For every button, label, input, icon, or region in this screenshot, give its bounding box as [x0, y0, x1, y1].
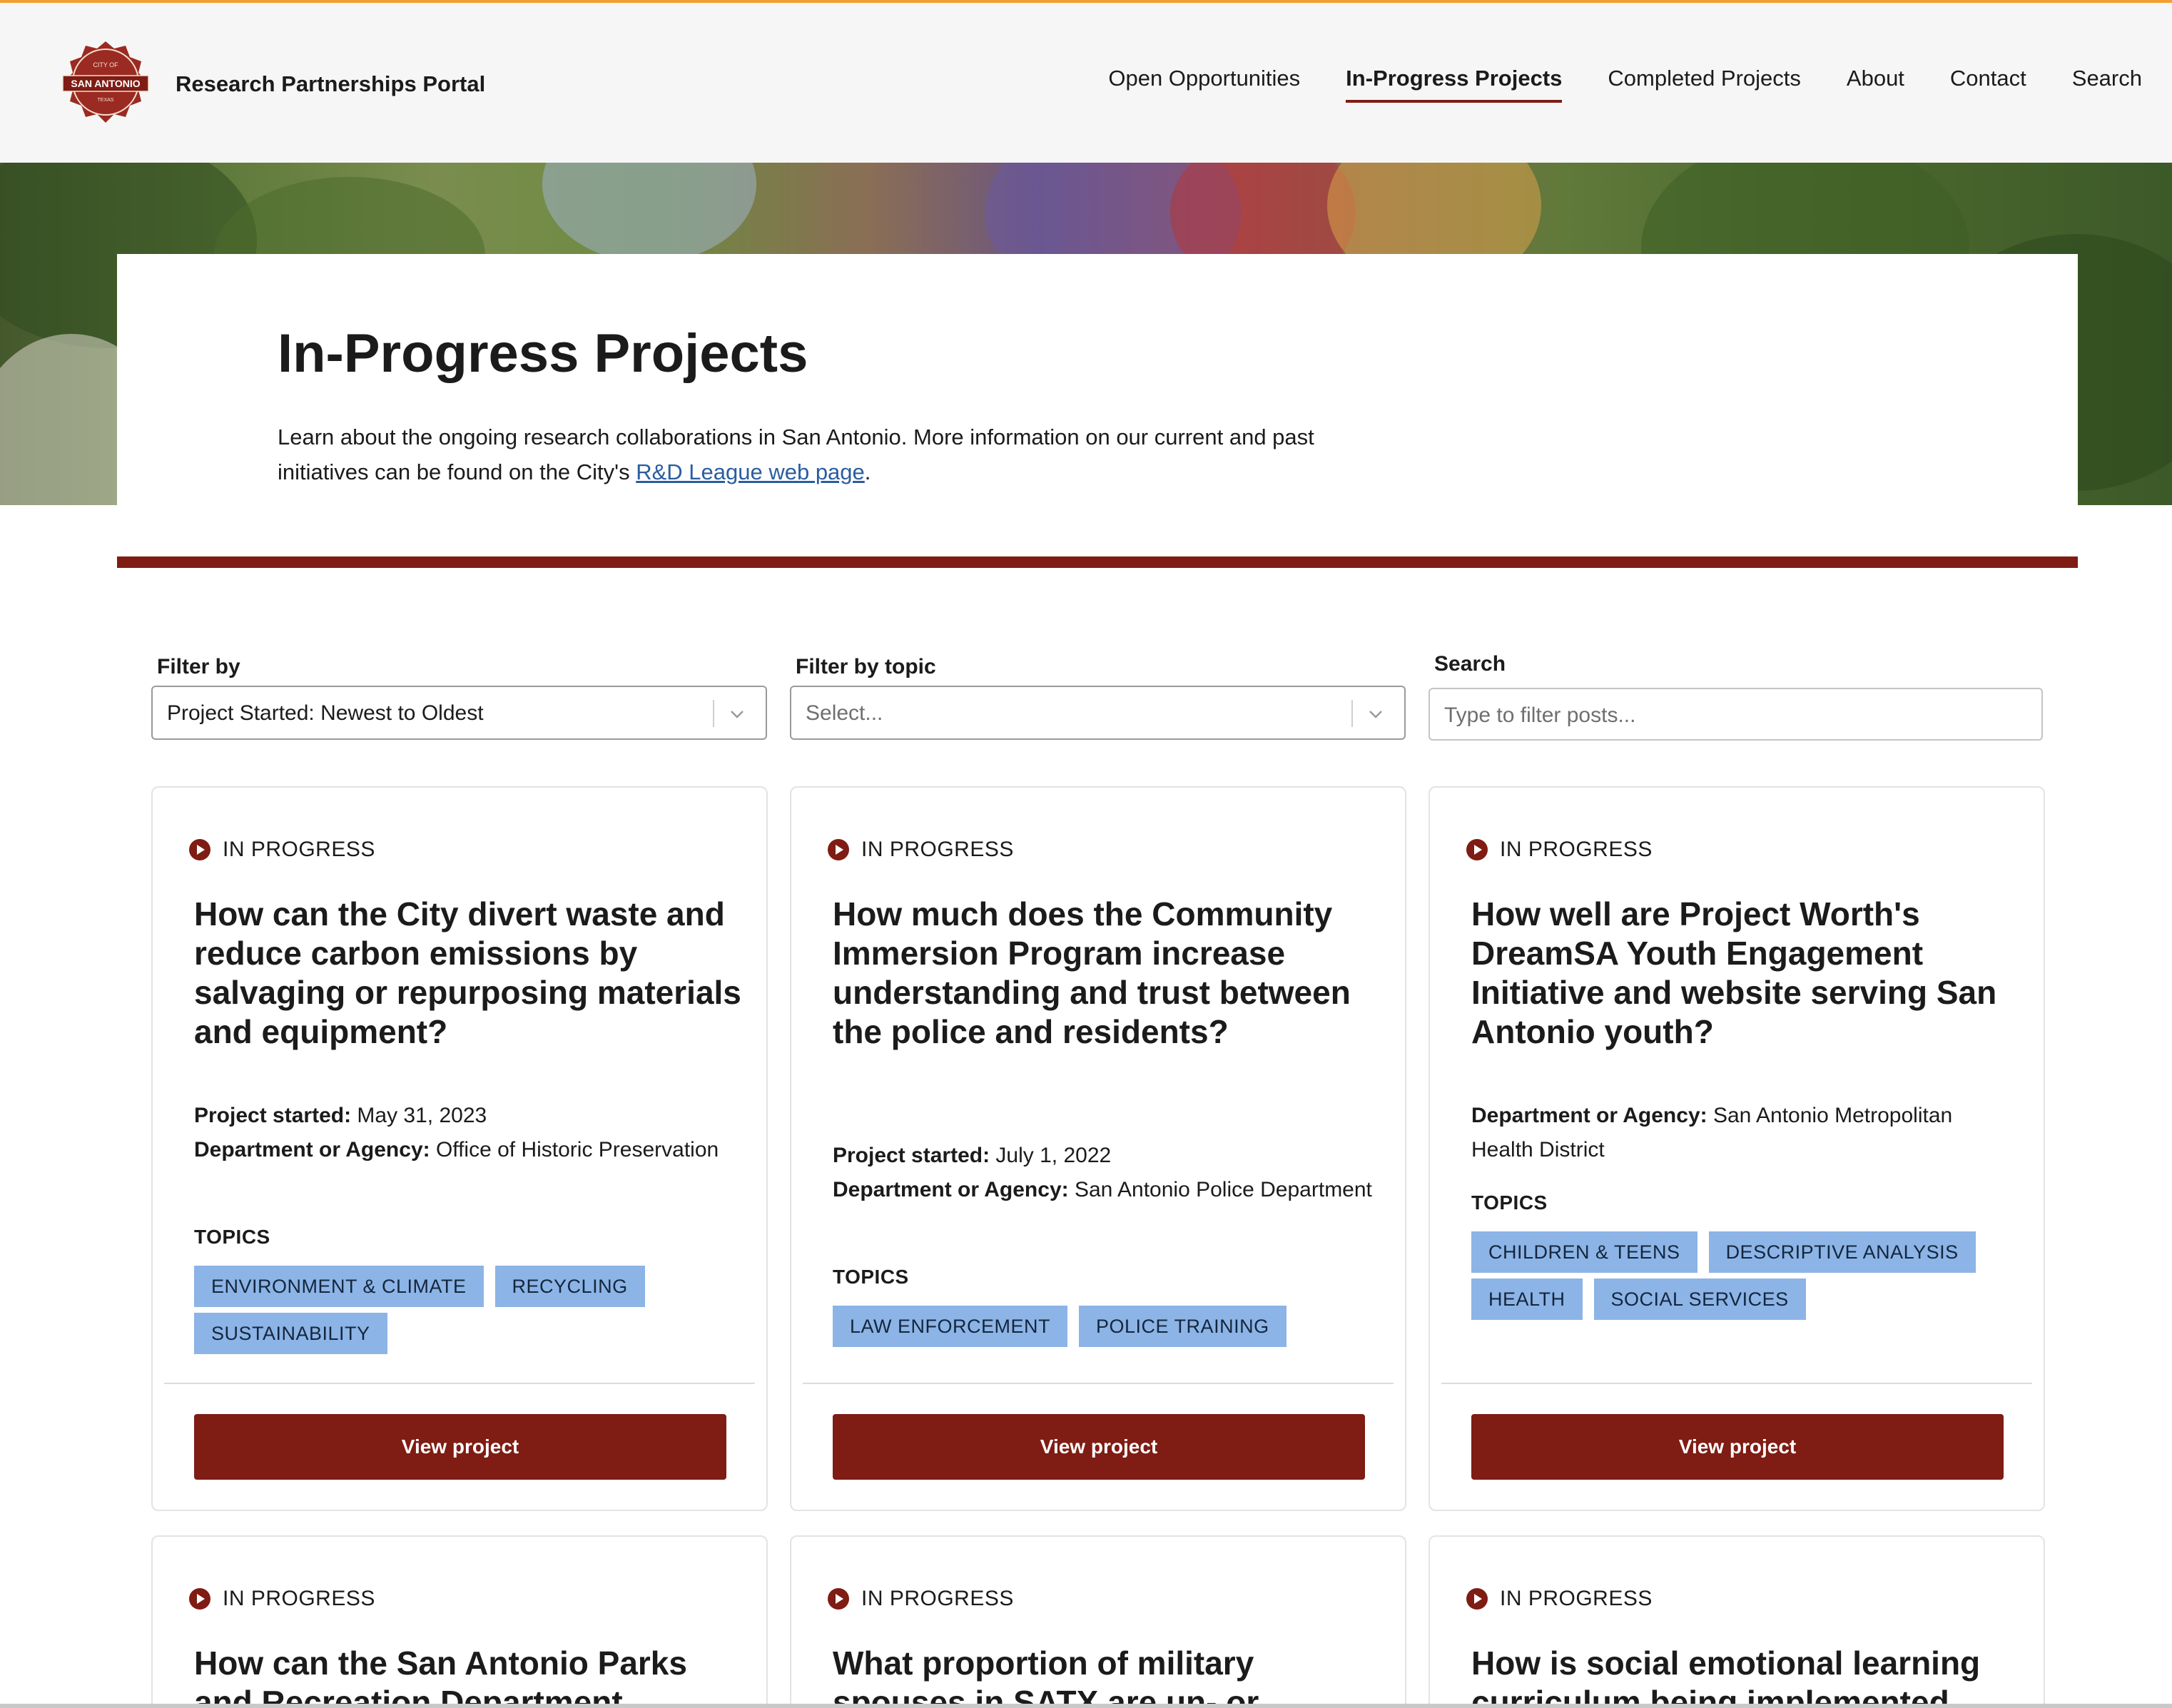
page-title: In-Progress Projects — [278, 323, 808, 384]
project-card: IN PROGRESS How is social emotional lear… — [1428, 1535, 2045, 1708]
view-project-button[interactable]: View project — [1471, 1414, 2004, 1480]
chevron-down-icon[interactable] — [1366, 704, 1386, 724]
site-title[interactable]: Research Partnerships Portal — [176, 71, 485, 97]
section-divider — [117, 556, 2078, 568]
site-header: CITY OF SAN ANTONIO TEXAS Research Partn… — [0, 0, 2172, 163]
topic-tag[interactable]: SUSTAINABILITY — [194, 1313, 387, 1354]
svg-text:TEXAS: TEXAS — [98, 98, 114, 103]
card-divider — [1441, 1383, 2032, 1384]
topic-tag[interactable]: POLICE TRAINING — [1079, 1306, 1287, 1347]
svg-text:CITY OF: CITY OF — [93, 61, 118, 68]
play-circle-icon — [828, 839, 849, 860]
project-title[interactable]: How can the San Antonio Parks and Recrea… — [194, 1644, 744, 1708]
chevron-down-icon[interactable] — [727, 704, 747, 724]
filter-topic-label: Filter by topic — [796, 655, 936, 678]
play-circle-icon — [1466, 839, 1488, 860]
topic-tag[interactable]: SOCIAL SERVICES — [1593, 1279, 1806, 1320]
nav-contact[interactable]: Contact — [1950, 66, 2026, 103]
intro-panel: In-Progress Projects Learn about the ong… — [117, 254, 2078, 556]
filter-topic-select[interactable]: Select... — [790, 686, 1406, 740]
topic-tag[interactable]: LAW ENFORCEMENT — [833, 1306, 1068, 1347]
filter-by-value: Project Started: Newest to Oldest — [167, 701, 484, 725]
nav-in-progress-projects[interactable]: In-Progress Projects — [1346, 66, 1563, 103]
window-bottom-edge — [0, 1704, 2172, 1708]
topic-tags: CHILDREN & TEENS DESCRIPTIVE ANALYSIS HE… — [1471, 1231, 2028, 1320]
status-badge: IN PROGRESS — [1466, 838, 1653, 862]
nav-search[interactable]: Search — [2072, 66, 2142, 103]
filter-topic-placeholder: Select... — [806, 701, 883, 725]
status-badge: IN PROGRESS — [827, 838, 1014, 862]
project-card: IN PROGRESS How much does the Community … — [790, 786, 1406, 1511]
select-separator — [713, 700, 714, 727]
search-label: Search — [1434, 652, 1506, 676]
play-circle-icon — [189, 839, 210, 860]
project-title[interactable]: How well are Project Worth's DreamSA You… — [1471, 895, 2021, 1052]
card-divider — [803, 1383, 1394, 1384]
filter-by-label: Filter by — [157, 655, 240, 678]
status-badge: IN PROGRESS — [827, 1587, 1014, 1611]
nav-about[interactable]: About — [1847, 66, 1904, 103]
project-meta: Project started: May 31, 2023 Department… — [194, 1104, 719, 1161]
city-seal-logo[interactable]: CITY OF SAN ANTONIO TEXAS — [59, 39, 153, 133]
search-input[interactable]: Type to filter posts... — [1428, 688, 2043, 741]
topic-tag[interactable]: HEALTH — [1471, 1279, 1583, 1320]
status-badge: IN PROGRESS — [188, 838, 375, 862]
topic-tag[interactable]: DESCRIPTIVE ANALYSIS — [1708, 1231, 1976, 1273]
status-badge: IN PROGRESS — [188, 1587, 375, 1611]
project-title[interactable]: What proportion of military spouses in S… — [833, 1644, 1382, 1708]
topic-tags: LAW ENFORCEMENT POLICE TRAINING — [833, 1306, 1389, 1347]
project-meta: Department or Agency: San Antonio Metrop… — [1471, 1104, 1953, 1161]
intro-text: Learn about the ongoing research collabo… — [278, 425, 1314, 484]
project-title[interactable]: How much does the Community Immersion Pr… — [833, 895, 1382, 1052]
project-card: IN PROGRESS How can the City divert wast… — [151, 786, 768, 1511]
project-title[interactable]: How can the City divert waste and reduce… — [194, 895, 744, 1052]
topics-label: TOPICS — [833, 1266, 909, 1288]
select-separator — [1351, 700, 1353, 727]
topic-tag[interactable]: RECYCLING — [494, 1266, 645, 1307]
play-circle-icon — [828, 1588, 849, 1610]
card-divider — [164, 1383, 755, 1384]
project-meta: Project started: July 1, 2022 Department… — [833, 1144, 1372, 1201]
topic-tag[interactable]: CHILDREN & TEENS — [1471, 1231, 1697, 1273]
rd-league-link[interactable]: R&D League web page — [636, 459, 865, 484]
search-placeholder: Type to filter posts... — [1444, 703, 1636, 727]
topics-label: TOPICS — [1471, 1191, 1548, 1214]
topics-label: TOPICS — [194, 1226, 270, 1248]
project-card: IN PROGRESS How well are Project Worth's… — [1428, 786, 2045, 1511]
play-circle-icon — [1466, 1588, 1488, 1610]
nav-completed-projects[interactable]: Completed Projects — [1608, 66, 1801, 103]
svg-text:SAN ANTONIO: SAN ANTONIO — [71, 78, 140, 89]
project-title[interactable]: How is social emotional learning curricu… — [1471, 1644, 2021, 1708]
filter-by-select[interactable]: Project Started: Newest to Oldest — [151, 686, 767, 740]
main-nav: Open Opportunities In-Progress Projects … — [1108, 66, 2142, 103]
play-circle-icon — [189, 1588, 210, 1610]
nav-open-opportunities[interactable]: Open Opportunities — [1108, 66, 1300, 103]
topic-tag[interactable]: ENVIRONMENT & CLIMATE — [194, 1266, 484, 1307]
status-badge: IN PROGRESS — [1466, 1587, 1653, 1611]
project-card: IN PROGRESS What proportion of military … — [790, 1535, 1406, 1708]
view-project-button[interactable]: View project — [833, 1414, 1365, 1480]
topic-tags: ENVIRONMENT & CLIMATE RECYCLING SUSTAINA… — [194, 1266, 751, 1354]
view-project-button[interactable]: View project — [194, 1414, 726, 1480]
project-card: IN PROGRESS How can the San Antonio Park… — [151, 1535, 768, 1708]
